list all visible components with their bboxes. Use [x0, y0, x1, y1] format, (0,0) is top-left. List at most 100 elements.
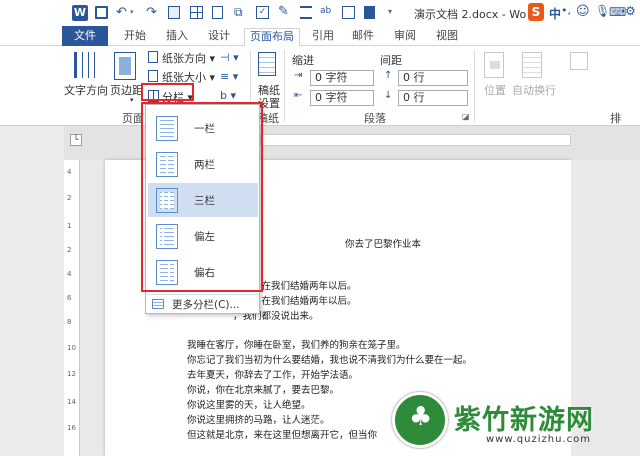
watermark-url: www.quzizhu.com — [486, 434, 591, 445]
hyphenation-icon[interactable]: b ▾ — [220, 89, 236, 102]
highlight-frame-columns-button — [141, 83, 194, 101]
ruler-number: 4 — [67, 270, 72, 278]
spacing-label: 间距 — [380, 54, 402, 67]
window-title: 演示文档 2.docx - Wo — [414, 8, 527, 21]
undo-dropdown-icon[interactable]: ▾ — [130, 8, 134, 16]
tab-review[interactable]: 审阅 — [388, 28, 422, 46]
menu-divider — [146, 294, 259, 295]
link-icon[interactable]: ⧉ — [234, 5, 243, 20]
draft-paper-icon[interactable] — [258, 52, 276, 76]
wrap-text-button[interactable]: 自动换行 — [512, 82, 556, 98]
bring-forward-icon[interactable] — [570, 52, 588, 70]
tab-file[interactable]: 文件 — [62, 26, 108, 46]
tab-home[interactable]: 开始 — [118, 28, 152, 46]
paragraph-dialog-launcher-icon[interactable]: ◪ — [462, 112, 470, 121]
more-columns-option[interactable]: 更多分栏(C)... — [172, 297, 240, 312]
indent-label: 缩进 — [292, 54, 314, 67]
ruler-number: 1 — [67, 222, 72, 230]
horizontal-ruler-area: └ — [0, 126, 640, 160]
indent-right-icon: ⇤ — [294, 90, 303, 101]
tab-mailings[interactable]: 邮件 — [346, 28, 380, 46]
ruler-number: 14 — [67, 398, 76, 406]
position-button[interactable]: 位置 — [484, 82, 506, 98]
checkbox-icon[interactable]: ✓ — [256, 6, 269, 19]
document-title: 你去了巴黎作业本 — [345, 239, 422, 250]
document-line: 去年夏天，你辞去了工作，开始学法语。 — [187, 370, 359, 381]
arrange-group-label: 排 — [610, 112, 621, 125]
microphone-icon[interactable]: 🎙 — [595, 4, 610, 18]
document-line: 你说，你在北京来腻了，要去巴黎。 — [187, 385, 340, 396]
ruler-number: 8 — [67, 318, 72, 326]
tab-page-layout[interactable]: 页面布局 — [244, 28, 300, 47]
ruler-number: 16 — [67, 424, 76, 432]
breaks-icon[interactable]: ⊣ ▾ — [220, 51, 239, 64]
document-line: 你说这里雾的天，让人绝望。 — [187, 400, 311, 411]
more-columns-icon — [152, 299, 164, 309]
document-line: 你忘记了我们当初为什么要结婚，我也说不清我们为什么要在一起。 — [187, 355, 473, 366]
pdf-icon[interactable] — [364, 6, 375, 19]
customize-toolbar-icon[interactable]: ▾ — [388, 7, 392, 16]
horizontal-ruler[interactable] — [260, 134, 571, 146]
indent-right-input[interactable]: 0 字符 — [310, 90, 374, 106]
tab-selector-icon[interactable]: └ — [70, 134, 82, 146]
keyboard-icon[interactable]: ⌨ — [609, 5, 626, 19]
save-icon[interactable] — [95, 6, 108, 19]
group-separator — [284, 50, 285, 122]
group-separator — [474, 50, 475, 122]
indent-left-icon: ⇥ — [294, 70, 303, 81]
list-icon[interactable] — [300, 6, 312, 19]
document-icon[interactable] — [212, 6, 223, 19]
orientation-label: 纸张方向 — [162, 52, 206, 65]
tab-view[interactable]: 视图 — [430, 28, 464, 46]
document-line: 但这就是北京，来在这里但想离开它，但当你 — [187, 430, 378, 441]
watermark-tree-icon: ♣ — [409, 402, 433, 432]
spacing-before-input[interactable]: 0 行 — [398, 70, 468, 86]
ime-punctuation-label[interactable]: •, — [561, 4, 571, 17]
indent-left-input[interactable]: 0 字符 — [310, 70, 374, 86]
margins-icon[interactable] — [114, 52, 136, 80]
redo-icon[interactable]: ↷ — [146, 5, 157, 20]
ruler-number: 6 — [67, 294, 72, 302]
ruler-number: 2 — [67, 246, 72, 254]
document-line: 你说这里拥挤的马路，让人迷茫。 — [187, 415, 330, 426]
watermark-site-name: 紫竹新游网 — [454, 405, 594, 436]
sogou-ime-icon[interactable]: S — [528, 3, 544, 21]
document-line: 我睡在客厅，你睡在卧室，我们养的狗亲在笼子里。 — [187, 340, 406, 351]
size-icon[interactable] — [148, 70, 158, 82]
ruler-number: 2 — [67, 194, 72, 202]
position-icon[interactable] — [484, 52, 504, 78]
highlight-frame-columns-menu — [141, 102, 263, 292]
tab-design[interactable]: 设计 — [202, 28, 236, 46]
undo-icon[interactable]: ↶ — [116, 5, 127, 20]
orientation-icon[interactable] — [148, 51, 158, 63]
ruler-number: 4 — [67, 168, 72, 176]
margins-dropdown-icon: ▾ — [130, 96, 134, 104]
emoji-icon[interactable]: ☺ — [576, 4, 590, 19]
tab-references[interactable]: 引用 — [306, 28, 340, 46]
format-painter-icon[interactable]: ✎ — [278, 4, 289, 19]
ribbon-tab-bar: 文件 开始 插入 设计 页面布局 引用 邮件 审阅 视图 — [0, 26, 640, 47]
orientation-button[interactable]: 纸张方向 ▾ — [162, 50, 215, 66]
abc-check-icon[interactable]: ab — [320, 6, 331, 16]
spacing-before-icon: ↑ — [384, 70, 393, 81]
paragraph-group-label: 段落 — [364, 112, 386, 125]
line-numbers-icon[interactable]: ≡ ▾ — [220, 70, 238, 83]
margins-button[interactable]: 页边距 — [110, 82, 143, 98]
print-preview-icon[interactable] — [168, 6, 180, 19]
navigation-pane-hint — [0, 126, 64, 456]
grid-icon[interactable] — [342, 6, 355, 19]
vertical-ruler[interactable]: 4 2 1 2 4 6 8 10 12 14 16 — [64, 160, 80, 456]
spacing-after-input[interactable]: 0 行 — [398, 90, 468, 106]
spacing-after-icon: ↓ — [384, 90, 393, 101]
ribbon-panel: 文字方向 页边距 ▾ 纸张方向 ▾ 纸张大小 ▾ 分栏 ▾ 页面 ⊣ ▾ ≡ ▾… — [0, 46, 640, 126]
ime-settings-icon[interactable]: ⚙ — [625, 4, 636, 18]
wrap-text-icon[interactable] — [522, 52, 542, 78]
title-bar: W ↶ ▾ ↷ ⧉ ✓ ✎ ab ▾ 演示文档 2.docx - Wo S 中 … — [0, 0, 640, 26]
table-icon[interactable] — [190, 6, 203, 19]
ruler-number: 10 — [67, 344, 76, 352]
text-direction-button[interactable]: 文字方向 — [64, 82, 108, 98]
word-app-icon[interactable]: W — [72, 5, 88, 21]
tab-insert[interactable]: 插入 — [160, 28, 194, 46]
ime-language-label[interactable]: 中 — [549, 5, 561, 22]
text-direction-icon[interactable] — [74, 52, 100, 78]
